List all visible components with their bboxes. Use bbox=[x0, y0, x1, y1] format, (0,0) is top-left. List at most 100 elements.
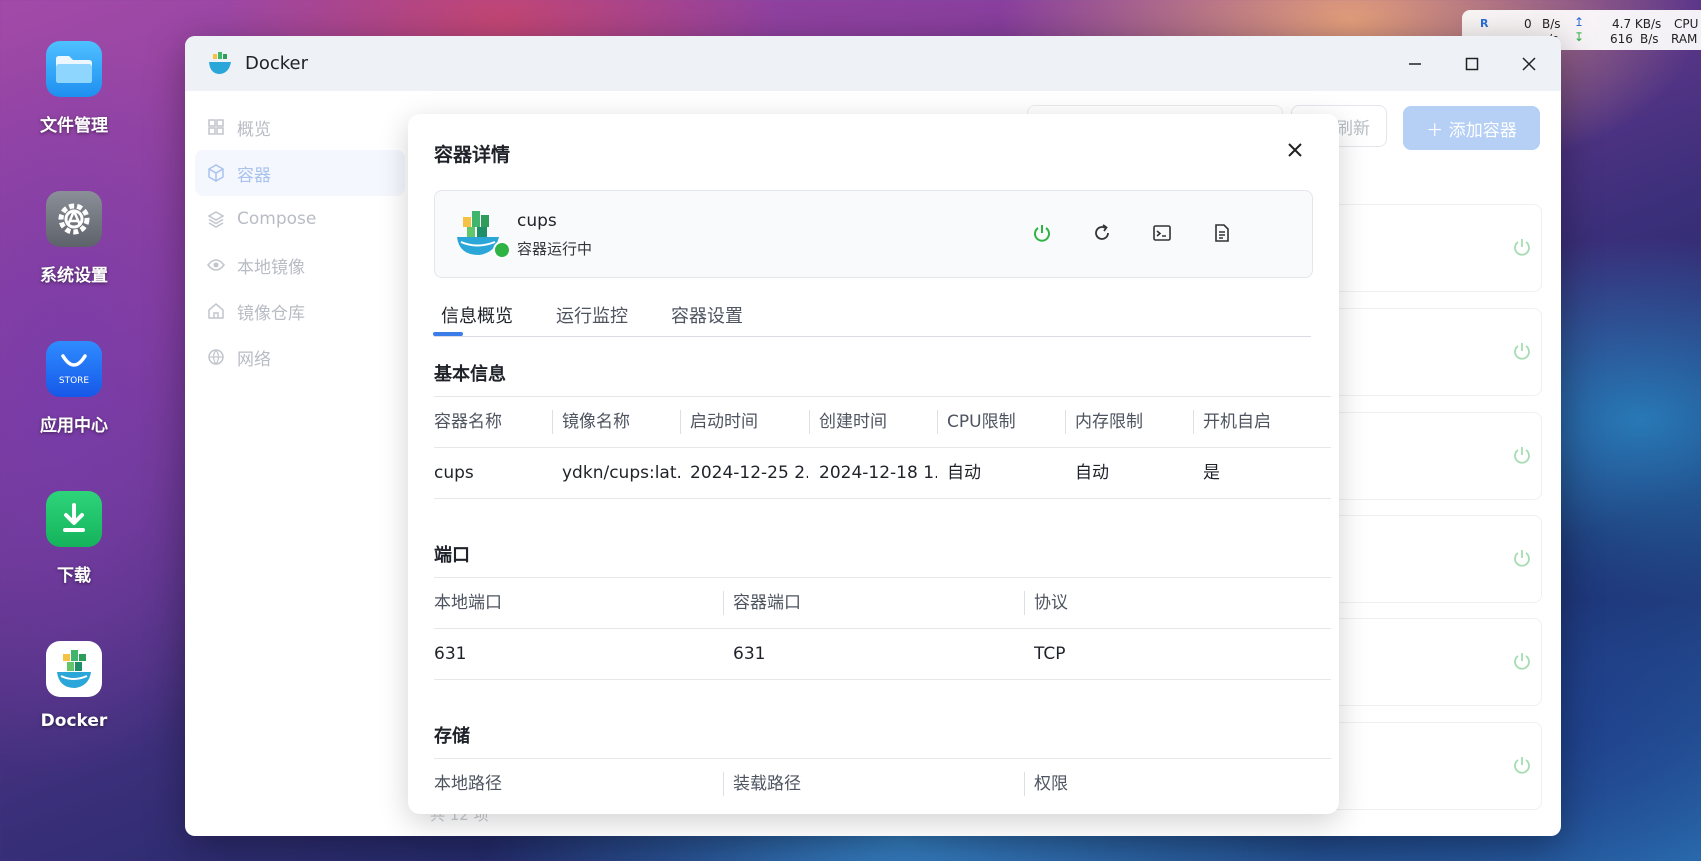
column-divider bbox=[680, 410, 681, 434]
header-cell: 权限 bbox=[1034, 774, 1068, 794]
power-icon[interactable] bbox=[1512, 548, 1532, 568]
section-title-ports: 端口 bbox=[434, 545, 470, 566]
terminal-button[interactable] bbox=[1148, 219, 1176, 247]
tab-monitor[interactable]: 运行监控 bbox=[556, 302, 628, 328]
sidebar-item-registry[interactable]: 镜像仓库 bbox=[195, 288, 405, 334]
column-divider bbox=[937, 410, 938, 434]
folder-icon bbox=[46, 41, 102, 97]
header-cell: 本地路径 bbox=[434, 774, 502, 794]
add-container-button[interactable]: ＋ 添加容器 bbox=[1403, 106, 1540, 150]
header-cell: 创建时间 bbox=[819, 412, 887, 432]
logs-button[interactable] bbox=[1208, 219, 1236, 247]
cell-protocol: TCP bbox=[1034, 644, 1066, 664]
desktop-icon-store[interactable]: STORE 应用中心 bbox=[22, 341, 126, 436]
netmon-r-label: R bbox=[1480, 17, 1489, 30]
terminal-icon bbox=[1153, 225, 1171, 241]
column-divider bbox=[1024, 591, 1025, 615]
cell-image-name: ydkn/cups:lat... bbox=[562, 463, 680, 483]
store-icon: STORE bbox=[46, 341, 102, 397]
desktop-icon-docker[interactable]: Docker bbox=[22, 641, 126, 731]
close-icon bbox=[1288, 143, 1302, 157]
column-divider bbox=[1065, 410, 1066, 434]
sidebar-item-compose[interactable]: Compose bbox=[195, 196, 405, 242]
sidebar-item-label: 网络 bbox=[237, 349, 271, 370]
netmon-cpu: CPU bbox=[1674, 17, 1699, 31]
document-icon bbox=[1215, 224, 1229, 242]
restart-icon bbox=[1095, 224, 1109, 240]
tab-overview[interactable]: 信息概览 bbox=[441, 302, 513, 328]
cell-memory-limit: 自动 bbox=[1075, 463, 1109, 483]
power-icon[interactable] bbox=[1512, 755, 1532, 775]
table-row: 631 631 TCP bbox=[434, 628, 1331, 680]
table-header-row: 本地路径 装载路径 权限 bbox=[434, 758, 1331, 809]
desktop-icon-files[interactable]: 文件管理 bbox=[22, 41, 126, 136]
header-cell: 容器端口 bbox=[733, 593, 801, 613]
cell-start-time: 2024-12-25 2... bbox=[690, 463, 808, 483]
netmon-ram: RAM bbox=[1671, 32, 1698, 46]
power-button[interactable] bbox=[1028, 219, 1056, 247]
cell-created-time: 2024-12-18 1... bbox=[819, 463, 937, 483]
details-tabs: 信息概览 运行监控 容器设置 bbox=[434, 294, 1311, 337]
desktop-icon-download[interactable]: 下载 bbox=[22, 491, 126, 586]
power-icon[interactable] bbox=[1512, 445, 1532, 465]
header-cell: 开机自启 bbox=[1203, 412, 1271, 432]
maximize-icon bbox=[1465, 57, 1479, 71]
netmon-rate2: 616 bbox=[1610, 32, 1633, 46]
active-tab-indicator bbox=[433, 332, 463, 336]
store-badge: STORE bbox=[58, 376, 90, 386]
container-name: cups bbox=[517, 211, 557, 231]
column-divider bbox=[552, 410, 553, 434]
netmon-rate1: 0 bbox=[1524, 17, 1532, 31]
section-title-storage: 存储 bbox=[434, 726, 470, 747]
cell-container-port: 631 bbox=[733, 644, 766, 664]
close-dialog-button[interactable] bbox=[1288, 138, 1302, 163]
download-icon bbox=[46, 491, 102, 547]
desktop-icon-settings[interactable]: 系统设置 bbox=[22, 191, 126, 286]
cell-local-port: 631 bbox=[434, 644, 467, 664]
desktop-icon-label: 应用中心 bbox=[40, 416, 108, 436]
cube-icon bbox=[207, 164, 225, 182]
window-titlebar[interactable]: Docker bbox=[185, 36, 1561, 91]
sidebar-item-label: 概览 bbox=[237, 119, 271, 140]
desktop-icon-label: 下载 bbox=[57, 566, 91, 586]
maximize-button[interactable] bbox=[1458, 50, 1486, 78]
header-cell: 启动时间 bbox=[690, 412, 758, 432]
table-header-row: 容器名称 镜像名称 启动时间 创建时间 CPU限制 内存限制 开机自启 bbox=[434, 396, 1331, 447]
desktop-icon-label: 文件管理 bbox=[40, 116, 108, 136]
ports-table: 本地端口 容器端口 协议 631 631 TCP bbox=[434, 577, 1331, 680]
netmon-unit1: B/s bbox=[1542, 17, 1561, 31]
sidebar-item-local-images[interactable]: 本地镜像 bbox=[195, 242, 405, 288]
sidebar-item-label: 镜像仓库 bbox=[237, 303, 305, 324]
sidebar: 概览 容器 Compose 本地镜像 镜像仓库 网络 bbox=[195, 104, 405, 380]
close-icon bbox=[1522, 57, 1536, 71]
close-window-button[interactable] bbox=[1515, 50, 1543, 78]
power-icon[interactable] bbox=[1512, 651, 1532, 671]
column-divider bbox=[1193, 410, 1194, 434]
upload-arrow-icon: ↥ bbox=[1574, 15, 1585, 29]
restart-button[interactable] bbox=[1088, 219, 1116, 247]
home-icon bbox=[207, 302, 225, 320]
layers-icon bbox=[207, 210, 225, 228]
window-title: Docker bbox=[245, 53, 309, 74]
sidebar-item-overview[interactable]: 概览 bbox=[195, 104, 405, 150]
power-icon[interactable] bbox=[1512, 341, 1532, 361]
sidebar-item-containers[interactable]: 容器 bbox=[195, 150, 405, 196]
cell-autostart: 是 bbox=[1203, 463, 1220, 483]
header-cell: 本地端口 bbox=[434, 593, 502, 613]
header-cell: 容器名称 bbox=[434, 412, 502, 432]
grid-icon bbox=[207, 118, 225, 136]
sidebar-item-label: Compose bbox=[237, 209, 317, 229]
column-divider bbox=[723, 772, 724, 796]
sidebar-item-label: 本地镜像 bbox=[237, 257, 305, 278]
cell-container-name: cups bbox=[434, 463, 474, 483]
container-details-dialog: 容器详情 cups 容器运行中 信息概览 运行监控 容器设置 基本信息 容器名称 bbox=[408, 114, 1339, 814]
power-icon bbox=[1034, 225, 1050, 242]
sidebar-item-label: 容器 bbox=[237, 165, 271, 186]
sidebar-item-network[interactable]: 网络 bbox=[195, 334, 405, 380]
minimize-button[interactable] bbox=[1401, 50, 1429, 78]
header-cell: 装载路径 bbox=[733, 774, 801, 794]
tab-settings[interactable]: 容器设置 bbox=[671, 302, 743, 328]
column-divider bbox=[723, 591, 724, 615]
docker-logo-icon bbox=[46, 641, 102, 697]
power-icon[interactable] bbox=[1512, 237, 1532, 257]
